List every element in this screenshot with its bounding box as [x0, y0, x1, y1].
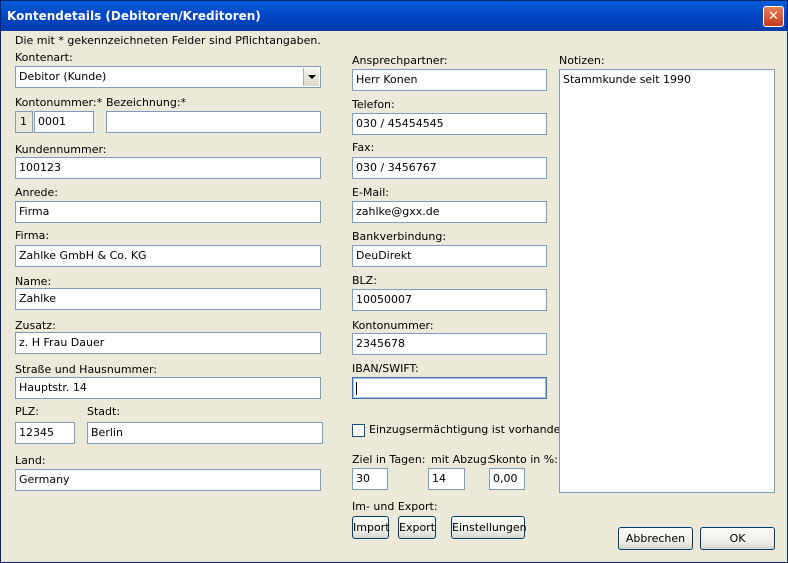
- kundennummer-input[interactable]: 100123: [15, 157, 321, 179]
- iban-input[interactable]: [352, 377, 547, 399]
- einzug-checkbox[interactable]: [352, 424, 365, 437]
- skonto-label: Skonto in %:: [489, 453, 558, 466]
- kontenart-select[interactable]: Debitor (Kunde): [15, 66, 321, 88]
- bezeichnung-input[interactable]: [106, 111, 321, 133]
- abzug-input[interactable]: 14: [428, 468, 465, 490]
- einstellungen-button[interactable]: Einstellungen: [451, 516, 527, 539]
- zusatz-input[interactable]: z. H Frau Dauer: [15, 332, 321, 354]
- telefon-input[interactable]: 030 / 45454545: [352, 113, 547, 135]
- plz-input[interactable]: 12345: [15, 422, 75, 444]
- bank-kontonummer-input[interactable]: 2345678: [352, 333, 547, 355]
- kontonummer-prefix: 1: [15, 111, 33, 133]
- anrede-label: Anrede:: [15, 186, 59, 199]
- ziel-input[interactable]: 30: [352, 468, 388, 490]
- window-title: Kontendetails (Debitoren/Kreditoren): [7, 9, 261, 23]
- notizen-label: Notizen:: [559, 54, 605, 67]
- kontonummer-label: Kontonummer:*: [15, 96, 103, 109]
- kontenart-value: Debitor (Kunde): [19, 70, 107, 83]
- import-button[interactable]: Import: [352, 516, 390, 539]
- anrede-input[interactable]: Firma: [15, 201, 321, 223]
- einzug-label[interactable]: Einzugsermächtigung ist vorhanden: [369, 423, 567, 436]
- land-label: Land:: [15, 454, 46, 467]
- export-button[interactable]: Export: [398, 516, 436, 539]
- email-label: E-Mail:: [352, 186, 389, 199]
- plz-label: PLZ:: [15, 405, 40, 418]
- blz-input[interactable]: 10050007: [352, 289, 547, 311]
- notizen-textarea[interactable]: Stammkunde seit 1990: [559, 69, 775, 493]
- ansprechpartner-input[interactable]: Herr Konen: [352, 69, 547, 91]
- stadt-label: Stadt:: [87, 405, 121, 418]
- required-hint: Die mit * gekennzeichneten Felder sind P…: [15, 34, 321, 47]
- name-label: Name:: [15, 275, 52, 288]
- bankverbindung-input[interactable]: DeuDirekt: [352, 245, 547, 267]
- land-input[interactable]: Germany: [15, 469, 321, 491]
- blz-label: BLZ:: [352, 274, 377, 287]
- ansprechpartner-label: Ansprechpartner:: [352, 54, 448, 67]
- iban-label: IBAN/SWIFT:: [352, 362, 419, 375]
- kundennummer-label: Kundennummer:: [15, 143, 107, 156]
- export-section-label: Im- und Export:: [352, 500, 438, 513]
- bezeichnung-label: Bezeichnung:*: [106, 96, 187, 109]
- firma-input[interactable]: Zahlke GmbH & Co. KG: [15, 245, 321, 267]
- fax-label: Fax:: [352, 141, 375, 154]
- kontenart-label: Kontenart:: [15, 51, 73, 64]
- dialog-window: Kontendetails (Debitoren/Kreditoren) ✕ D…: [0, 0, 788, 563]
- name-input[interactable]: Zahlke: [15, 288, 321, 310]
- bank-kontonummer-label: Kontonummer:: [352, 319, 434, 332]
- ok-button[interactable]: OK: [700, 527, 775, 550]
- skonto-input[interactable]: 0,00: [489, 468, 525, 490]
- abzug-label: mit Abzug:: [431, 453, 491, 466]
- close-icon[interactable]: ✕: [763, 6, 784, 27]
- email-input[interactable]: zahlke@gxx.de: [352, 201, 547, 223]
- telefon-label: Telefon:: [352, 98, 395, 111]
- ziel-label: Ziel in Tagen:: [352, 453, 426, 466]
- firma-label: Firma:: [15, 229, 50, 242]
- stadt-input[interactable]: Berlin: [87, 422, 323, 444]
- text-caret: [356, 381, 357, 395]
- title-bar[interactable]: Kontendetails (Debitoren/Kreditoren) ✕: [1, 1, 787, 31]
- strasse-label: Straße und Hausnummer:: [15, 363, 158, 376]
- bankverbindung-label: Bankverbindung:: [352, 230, 447, 243]
- cancel-button[interactable]: Abbrechen: [618, 527, 693, 550]
- fax-input[interactable]: 030 / 3456767: [352, 157, 547, 179]
- zusatz-label: Zusatz:: [15, 319, 56, 332]
- strasse-input[interactable]: Hauptstr. 14: [15, 377, 321, 399]
- kontonummer-input[interactable]: 0001: [34, 111, 94, 133]
- chevron-down-icon[interactable]: [303, 68, 319, 86]
